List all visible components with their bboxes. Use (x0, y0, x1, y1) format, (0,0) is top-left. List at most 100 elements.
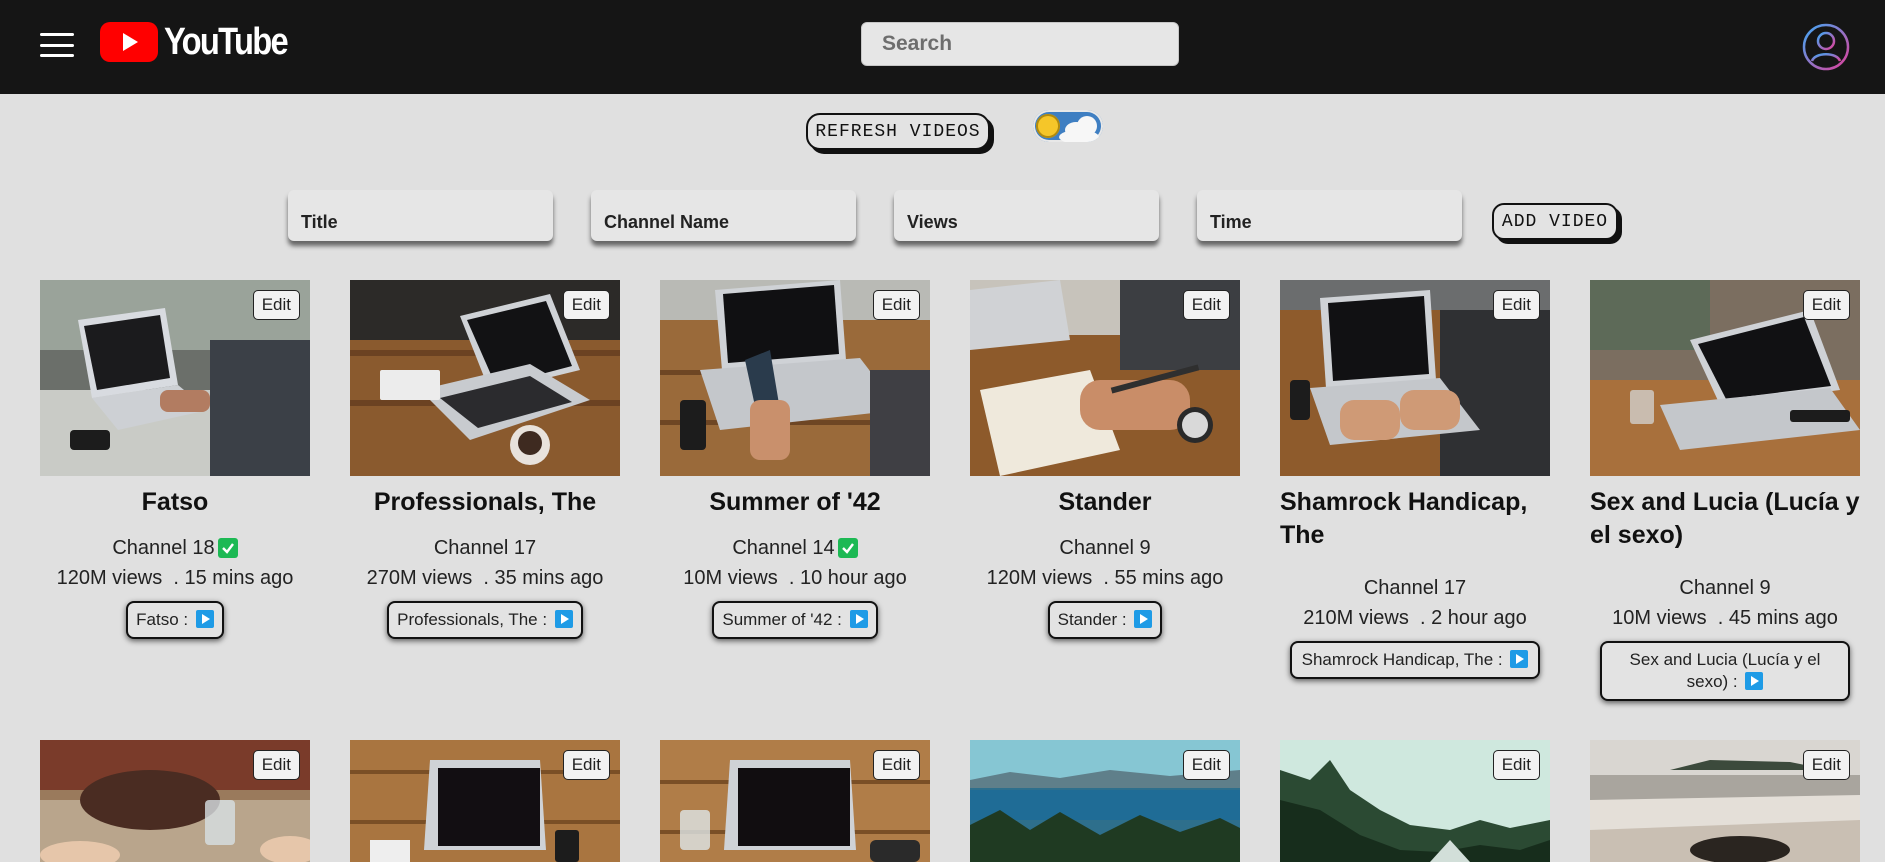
edit-button[interactable]: Edit (1802, 290, 1850, 320)
play-label: Professionals, The : (397, 610, 548, 629)
play-video-button[interactable]: Sex and Lucia (Lucía y el sexo) : (1600, 641, 1850, 701)
channel-name[interactable]: Channel 9 (1059, 533, 1150, 563)
edit-button[interactable]: Edit (562, 290, 610, 320)
video-card[interactable]: Edit (40, 740, 310, 862)
view-count: 10M views (683, 567, 778, 589)
edit-button[interactable]: Edit (872, 290, 920, 320)
youtube-play-logo-icon (100, 22, 158, 62)
edit-button[interactable]: Edit (1182, 750, 1230, 780)
video-card[interactable]: Edit Stander Channel 9 120M views . 55 m… (970, 280, 1240, 639)
search-input[interactable] (861, 22, 1179, 66)
video-card[interactable]: Edit Professionals, The Channel 17 270M … (350, 280, 620, 639)
views-input[interactable] (894, 190, 1159, 241)
video-thumbnail[interactable]: Edit (1280, 280, 1550, 476)
video-title[interactable]: Sex and Lucia (Lucía y el sexo) (1590, 486, 1860, 552)
theme-toggle[interactable] (1033, 110, 1103, 142)
video-card[interactable]: Edit (970, 740, 1240, 862)
view-count: 270M views (366, 567, 473, 589)
channel-name[interactable]: Channel 17 (434, 533, 536, 563)
video-title[interactable]: Shamrock Handicap, The (1280, 486, 1550, 552)
play-icon (195, 610, 214, 628)
title-input[interactable] (288, 190, 553, 241)
play-icon (1745, 672, 1764, 690)
video-card[interactable]: Edit (1280, 740, 1550, 862)
video-card[interactable]: Edit Sex and Lucia (Lucía y el sexo) Cha… (1590, 280, 1860, 701)
user-account-icon[interactable] (1802, 23, 1850, 71)
video-thumbnail[interactable]: Edit (970, 280, 1240, 476)
channel-line: Channel 17 (350, 533, 620, 563)
play-label: Stander : (1057, 610, 1127, 629)
video-card[interactable]: Edit Shamrock Handicap, The Channel 17 2… (1280, 280, 1550, 679)
video-card[interactable]: Edit Fatso Channel 18 120M views . 15 mi… (40, 280, 310, 639)
video-thumbnail[interactable]: Edit (660, 280, 930, 476)
add-video-button[interactable]: ADD VIDEO (1492, 203, 1618, 240)
play-label: Sex and Lucia (Lucía y el sexo) : (1629, 650, 1821, 691)
video-card[interactable]: Edit (660, 740, 930, 862)
view-count: 210M views (1303, 607, 1409, 629)
time-input[interactable] (1197, 190, 1462, 241)
channel-line: Channel 18 (40, 533, 310, 563)
video-thumbnail[interactable]: Edit (1590, 280, 1860, 476)
video-title[interactable]: Professionals, The (350, 486, 620, 519)
edit-button[interactable]: Edit (1492, 750, 1540, 780)
play-icon (1134, 610, 1153, 628)
verified-check-icon (837, 538, 858, 558)
play-video-button[interactable]: Professionals, The : (387, 601, 583, 639)
edit-button[interactable]: Edit (252, 290, 300, 320)
video-thumbnail[interactable]: Edit (350, 740, 620, 862)
logo-text: YouTube (164, 20, 289, 63)
video-stats: 210M views . 2 hour ago (1280, 603, 1550, 633)
upload-time: . 45 mins ago (1717, 607, 1838, 629)
channel-name[interactable]: Channel 18 (112, 533, 214, 563)
view-count: 10M views (1612, 607, 1707, 629)
edit-button[interactable]: Edit (872, 750, 920, 780)
channel-name[interactable]: Channel 17 (1364, 573, 1466, 603)
play-icon (1510, 650, 1529, 668)
play-video-button[interactable]: Shamrock Handicap, The : (1290, 641, 1540, 679)
play-label: Fatso : (136, 610, 189, 629)
play-icon (554, 610, 573, 628)
edit-button[interactable]: Edit (562, 750, 610, 780)
video-stats: 270M views . 35 mins ago (350, 563, 620, 593)
video-card[interactable]: Edit (1590, 740, 1860, 862)
play-video-button[interactable]: Fatso : (126, 601, 224, 639)
view-count: 120M views (986, 567, 1093, 589)
video-thumbnail[interactable]: Edit (350, 280, 620, 476)
edit-button[interactable]: Edit (1802, 750, 1850, 780)
upload-time: . 35 mins ago (483, 567, 604, 589)
video-card[interactable]: Edit Summer of '42 Channel 14 10M views … (660, 280, 930, 639)
youtube-logo[interactable]: YouTube (100, 20, 307, 64)
video-thumbnail[interactable]: Edit (660, 740, 930, 862)
sun-icon (1036, 114, 1060, 138)
channel-name[interactable]: Channel 9 (1679, 573, 1770, 603)
video-title[interactable]: Summer of '42 (660, 486, 930, 519)
play-video-button[interactable]: Summer of '42 : (712, 601, 878, 639)
view-count: 120M views (56, 567, 163, 589)
video-thumbnail[interactable]: Edit (40, 740, 310, 862)
video-title[interactable]: Stander (970, 486, 1240, 519)
video-thumbnail[interactable]: Edit (1280, 740, 1550, 862)
channel-line: Channel 14 (660, 533, 930, 563)
upload-time: . 55 mins ago (1103, 567, 1224, 589)
play-label: Shamrock Handicap, The : (1301, 650, 1503, 669)
video-stats: 10M views . 10 hour ago (660, 563, 930, 593)
cloud-icon (1059, 130, 1099, 142)
video-stats: 120M views . 55 mins ago (970, 563, 1240, 593)
refresh-videos-button[interactable]: REFRESH VIDEOS (806, 113, 990, 150)
top-bar: YouTube (0, 0, 1885, 94)
menu-icon[interactable] (40, 33, 74, 57)
channel-name[interactable]: Channel 14 (732, 533, 834, 563)
channel-name-input[interactable] (591, 190, 856, 241)
video-thumbnail[interactable]: Edit (1590, 740, 1860, 862)
edit-button[interactable]: Edit (252, 750, 300, 780)
video-title[interactable]: Fatso (40, 486, 310, 519)
video-thumbnail[interactable]: Edit (970, 740, 1240, 862)
upload-time: . 2 hour ago (1419, 607, 1527, 629)
video-thumbnail[interactable]: Edit (40, 280, 310, 476)
edit-button[interactable]: Edit (1492, 290, 1540, 320)
video-card[interactable]: Edit (350, 740, 620, 862)
verified-check-icon (217, 538, 238, 558)
edit-button[interactable]: Edit (1182, 290, 1230, 320)
play-video-button[interactable]: Stander : (1047, 601, 1163, 639)
channel-line: Channel 17 (1280, 573, 1550, 603)
